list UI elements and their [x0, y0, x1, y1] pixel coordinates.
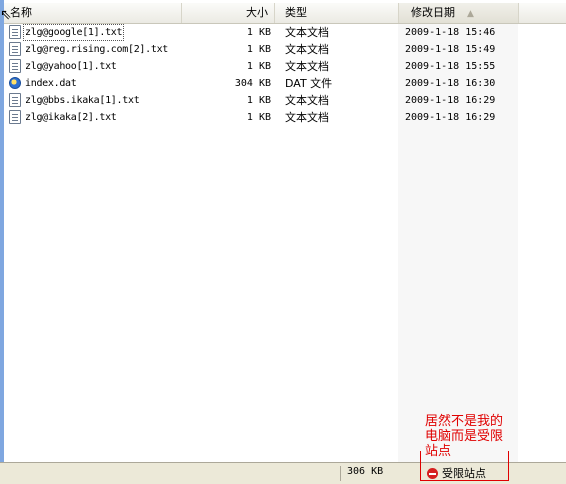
file-date: 2009-1-18 15:55 [405, 61, 496, 72]
file-size: 1 KB [246, 95, 271, 106]
annotation-highlight-box [420, 451, 509, 481]
file-row[interactable]: zlg@ikaka[2].txt 1 KB 文本文档 2009-1-18 16:… [4, 109, 518, 126]
column-header-size[interactable]: 大小 [182, 3, 275, 23]
file-name: zlg@yahoo[1].txt [25, 61, 117, 72]
file-type: 文本文档 [285, 60, 329, 73]
file-type: 文本文档 [285, 26, 329, 39]
column-header-empty [519, 3, 566, 23]
sort-ascending-icon: ▲ [467, 9, 474, 19]
column-header-name[interactable]: 名称 [4, 3, 182, 23]
file-type: 文本文档 [285, 94, 329, 107]
dat-file-icon [9, 77, 21, 89]
file-row[interactable]: index.dat 304 KB DAT 文件 2009-1-18 16:30 [4, 75, 518, 92]
status-separator [340, 466, 341, 481]
file-size: 1 KB [246, 27, 271, 38]
file-type: DAT 文件 [285, 77, 333, 90]
file-row[interactable]: zlg@reg.rising.com[2].txt 1 KB 文本文档 2009… [4, 41, 518, 58]
file-size: 1 KB [246, 112, 271, 123]
text-file-icon [9, 110, 21, 124]
file-date: 2009-1-18 16:30 [405, 78, 496, 89]
file-row[interactable]: zlg@google[1].txt 1 KB 文本文档 2009-1-18 15… [4, 24, 518, 41]
file-list: zlg@google[1].txt 1 KB 文本文档 2009-1-18 15… [4, 24, 518, 126]
file-name: zlg@reg.rising.com[2].txt [25, 44, 169, 55]
column-header-type[interactable]: 类型 [275, 3, 399, 23]
file-name: zlg@google[1].txt [23, 24, 125, 41]
file-size: 1 KB [246, 44, 271, 55]
mouse-cursor-icon: ⇖ [0, 7, 12, 23]
file-name: index.dat [25, 78, 77, 89]
status-total-size: 306 KB [347, 466, 384, 477]
file-date: 2009-1-18 16:29 [405, 112, 496, 123]
file-size: 304 KB [234, 78, 271, 89]
file-row[interactable]: zlg@bbs.ikaka[1].txt 1 KB 文本文档 2009-1-18… [4, 92, 518, 109]
file-date: 2009-1-18 15:46 [405, 27, 496, 38]
text-file-icon [9, 59, 21, 73]
column-header-bar: 名称 大小 类型 修改日期 ▲ [4, 3, 566, 24]
text-file-icon [9, 42, 21, 56]
file-type: 文本文档 [285, 111, 329, 124]
file-name: zlg@ikaka[2].txt [25, 112, 117, 123]
file-size: 1 KB [246, 61, 271, 72]
file-type: 文本文档 [285, 43, 329, 56]
text-file-icon [9, 93, 21, 107]
column-header-date[interactable]: 修改日期 ▲ [399, 3, 519, 23]
file-date: 2009-1-18 15:49 [405, 44, 496, 55]
file-row[interactable]: zlg@yahoo[1].txt 1 KB 文本文档 2009-1-18 15:… [4, 58, 518, 75]
file-name: zlg@bbs.ikaka[1].txt [25, 95, 140, 106]
column-header-date-label: 修改日期 [411, 6, 455, 19]
text-file-icon [9, 25, 21, 39]
file-date: 2009-1-18 16:29 [405, 95, 496, 106]
